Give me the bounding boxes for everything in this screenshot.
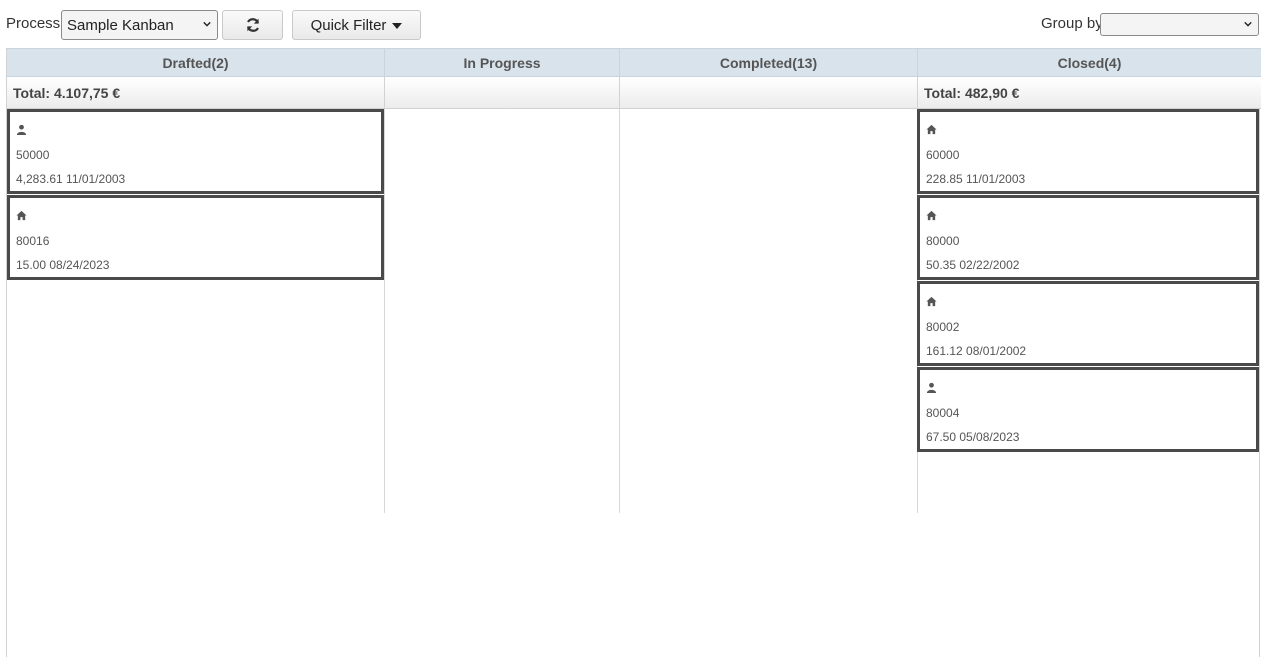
card-meta: 50.35 02/22/2002 [926,258,1020,272]
quick-filter-label: Quick Filter [310,16,387,34]
refresh-icon [246,18,259,32]
home-icon [926,210,937,221]
column-divider [384,109,385,513]
kanban-card[interactable]: 50000 4,283.61 11/01/2003 [7,109,384,194]
process-select-value: Sample Kanban [67,17,174,34]
card-name: 80016 [16,234,50,248]
quick-filter-button[interactable]: Quick Filter [292,10,421,40]
column-header-closed[interactable]: Closed(4) [917,48,1261,77]
kanban-card[interactable]: 60000 228.85 11/01/2003 [917,109,1259,194]
card-name: 80000 [926,234,960,248]
user-icon [16,124,27,135]
column-header-in-progress[interactable]: In Progress [384,48,619,77]
column-total-drafted: Total: 4.107,75 € [7,77,384,109]
card-meta: 161.12 08/01/2002 [926,344,1027,358]
kanban-card[interactable]: 80000 50.35 02/22/2002 [917,195,1259,280]
home-icon [926,296,937,307]
process-label: Process [6,15,61,32]
card-name: 60000 [926,148,960,162]
card-meta: 15.00 08/24/2023 [16,258,110,272]
card-name: 80004 [926,406,960,420]
column-header-completed[interactable]: Completed(13) [619,48,917,77]
chevron-down-icon [203,21,211,27]
user-icon [926,382,937,393]
refresh-button[interactable] [222,10,283,40]
card-meta: 67.50 05/08/2023 [926,430,1020,444]
caret-down-icon [392,23,403,29]
process-select[interactable]: Sample Kanban [61,10,218,40]
home-icon [926,124,937,135]
column-total-in-progress [384,77,619,109]
toolbar: Process Sample Kanban Quick Filter Group… [0,0,1262,48]
column-total-closed: Total: 482,90 € [917,77,1261,109]
home-icon [16,210,27,221]
card-name: 80002 [926,320,960,334]
kanban-card[interactable]: 80004 67.50 05/08/2023 [917,367,1259,452]
kanban-card[interactable]: 80002 161.12 08/01/2002 [917,281,1259,366]
card-name: 50000 [16,148,50,162]
kanban-card[interactable]: 80016 15.00 08/24/2023 [7,195,384,280]
column-header-drafted[interactable]: Drafted(2) [7,48,384,77]
column-total-completed [619,77,917,109]
chevron-down-icon [1244,21,1252,27]
kanban-board: Drafted(2) In Progress Completed(13) Clo… [6,48,1261,657]
column-divider [619,109,620,513]
card-meta: 228.85 11/01/2003 [926,172,1026,186]
card-meta: 4,283.61 11/01/2003 [16,172,126,186]
board-body: 50000 4,283.61 11/01/2003 80016 15.00 08… [7,109,1261,513]
group-by-label: Group by [1041,15,1103,32]
group-by-select[interactable] [1100,13,1259,36]
